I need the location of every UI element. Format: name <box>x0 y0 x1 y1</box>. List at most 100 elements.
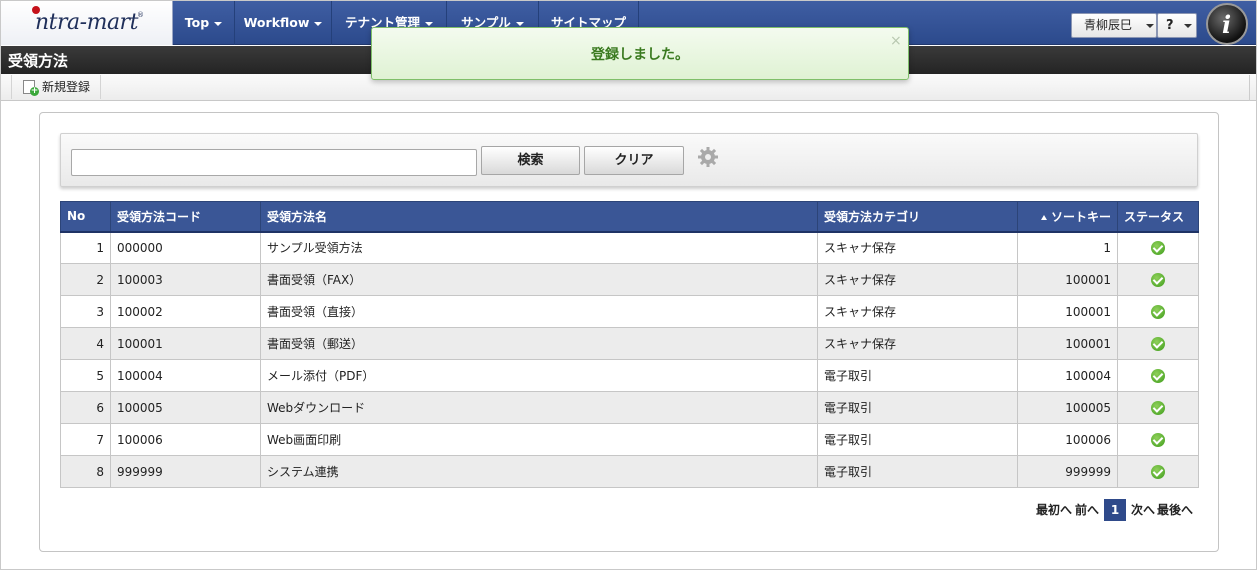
table-header-row: No 受領方法コード 受領方法名 受領方法カテゴリ ソートキー ステータス <box>60 201 1199 233</box>
search-button-label: 検索 <box>517 153 544 168</box>
cell-status <box>1117 391 1199 424</box>
cell-sort-key: 1 <box>1017 231 1118 264</box>
cell-status <box>1117 359 1199 392</box>
cell-status <box>1117 455 1199 488</box>
cell-category: スキャナ保存 <box>817 327 1018 360</box>
cell-no: 6 <box>60 391 111 424</box>
cell-category: スキャナ保存 <box>817 295 1018 328</box>
status-ok-icon <box>1151 336 1165 351</box>
sort-ascending-icon <box>1040 214 1047 220</box>
cell-name: メール添付（PDF） <box>260 359 818 392</box>
cell-name: 書面受領（直接） <box>260 295 818 328</box>
cell-category: 電子取引 <box>817 391 1018 424</box>
cell-name: システム連携 <box>260 455 818 488</box>
col-header-no[interactable]: No <box>60 201 111 233</box>
cell-code: 100003 <box>110 263 261 296</box>
table-row[interactable]: 1 000000 サンプル受領方法 スキャナ保存 1 <box>60 231 1199 264</box>
chevron-down-icon <box>1184 23 1193 28</box>
status-ok-icon <box>1151 241 1165 255</box>
cell-no: 1 <box>60 231 111 264</box>
cell-category: スキャナ保存 <box>817 231 1018 264</box>
chevron-down-icon <box>515 21 524 26</box>
help-label: ? <box>1166 18 1174 33</box>
nav-workflow[interactable]: Workflow <box>235 1 332 45</box>
pager-last[interactable]: 最後へ <box>1157 499 1193 521</box>
pager-prev[interactable]: 前へ <box>1075 499 1099 521</box>
help-menu[interactable]: ? <box>1157 13 1197 38</box>
cell-name: 書面受領（郵送） <box>260 327 818 360</box>
cell-status <box>1117 295 1199 328</box>
status-ok-icon <box>1151 368 1165 383</box>
cell-no: 5 <box>60 359 111 392</box>
intra-mart-brand-icon[interactable]: i <box>1206 3 1248 45</box>
chevron-down-icon <box>214 21 223 26</box>
table-row[interactable]: 4 100001 書面受領（郵送） スキャナ保存 100001 <box>60 327 1199 360</box>
cell-category: スキャナ保存 <box>817 263 1018 296</box>
chevron-down-icon <box>1145 23 1154 28</box>
cell-sort-key: 100001 <box>1017 295 1118 328</box>
status-ok-icon <box>1151 272 1165 287</box>
cell-category: 電子取引 <box>817 455 1018 488</box>
table-row[interactable]: 3 100002 書面受領（直接） スキャナ保存 100001 <box>60 295 1199 328</box>
cell-no: 8 <box>60 455 111 488</box>
col-header-name[interactable]: 受領方法名 <box>260 201 818 233</box>
cell-code: 100002 <box>110 295 261 328</box>
cell-name: サンプル受領方法 <box>260 231 818 264</box>
chevron-down-icon <box>425 21 433 26</box>
table-row[interactable]: 6 100005 Webダウンロード 電子取引 100005 <box>60 391 1199 424</box>
cell-status <box>1117 231 1199 264</box>
cell-name: Web画面印刷 <box>260 423 818 456</box>
cell-no: 2 <box>60 263 111 296</box>
logo-text: ntra-mart <box>35 10 138 35</box>
cell-sort-key: 999999 <box>1017 455 1118 488</box>
cell-code: 100006 <box>110 423 261 456</box>
pager-next[interactable]: 次へ <box>1131 499 1155 521</box>
pager-current-page: 1 <box>1104 499 1126 521</box>
cell-code: 100004 <box>110 359 261 392</box>
col-header-sort-key-label: ソートキー <box>1050 209 1111 224</box>
scrollbar-edge[interactable] <box>1249 75 1255 101</box>
brand-letter: i <box>1222 10 1232 39</box>
status-ok-icon <box>1151 400 1165 415</box>
cell-category: 電子取引 <box>817 423 1018 456</box>
main-panel: 検索 クリア No 受領方法コード 受領方法名 受領方法カテゴリ ソートキー ス… <box>39 112 1219 552</box>
col-header-status[interactable]: ステータス <box>1117 201 1199 233</box>
logo-registered-mark: ® <box>137 11 144 19</box>
cell-code: 999999 <box>110 455 261 488</box>
status-ok-icon <box>1151 304 1165 319</box>
search-input[interactable] <box>71 149 477 176</box>
clear-button-label: クリア <box>614 153 654 168</box>
col-header-sort-key[interactable]: ソートキー <box>1017 201 1118 233</box>
clear-button[interactable]: クリア <box>584 146 684 175</box>
cell-status <box>1117 263 1199 296</box>
close-icon[interactable]: × <box>890 33 902 49</box>
toast-message: 登録しました。 <box>591 47 689 63</box>
cell-status <box>1117 423 1199 456</box>
user-name: 青柳辰巳 <box>1084 18 1133 32</box>
cell-code: 000000 <box>110 231 261 264</box>
intra-mart-logo[interactable]: ntra-mart ® <box>1 1 173 45</box>
table-row[interactable]: 5 100004 メール添付（PDF） 電子取引 100004 <box>60 359 1199 392</box>
cell-no: 7 <box>60 423 111 456</box>
cell-sort-key: 100006 <box>1017 423 1118 456</box>
table-row[interactable]: 2 100003 書面受領（FAX） スキャナ保存 100001 <box>60 263 1199 296</box>
table-row[interactable]: 8 999999 システム連携 電子取引 999999 <box>60 455 1199 488</box>
cell-name: Webダウンロード <box>260 391 818 424</box>
user-menu[interactable]: 青柳辰巳 <box>1071 13 1157 38</box>
cell-status <box>1117 327 1199 360</box>
table-row[interactable]: 7 100006 Web画面印刷 電子取引 100006 <box>60 423 1199 456</box>
col-header-code[interactable]: 受領方法コード <box>110 201 261 233</box>
pager-first[interactable]: 最初へ <box>1036 499 1072 521</box>
new-register-label: 新規登録 <box>42 80 91 94</box>
new-register-button[interactable]: + 新規登録 <box>11 75 102 99</box>
add-icon: + <box>30 86 39 96</box>
nav-top[interactable]: Top <box>173 1 235 45</box>
search-button[interactable]: 検索 <box>481 146 580 175</box>
gear-icon[interactable] <box>697 146 719 168</box>
cell-code: 100001 <box>110 327 261 360</box>
search-bar: 検索 クリア <box>60 133 1198 187</box>
nav-workflow-label: Workflow <box>243 15 310 30</box>
cell-category: 電子取引 <box>817 359 1018 392</box>
col-header-category[interactable]: 受領方法カテゴリ <box>817 201 1018 233</box>
cell-sort-key: 100001 <box>1017 263 1118 296</box>
